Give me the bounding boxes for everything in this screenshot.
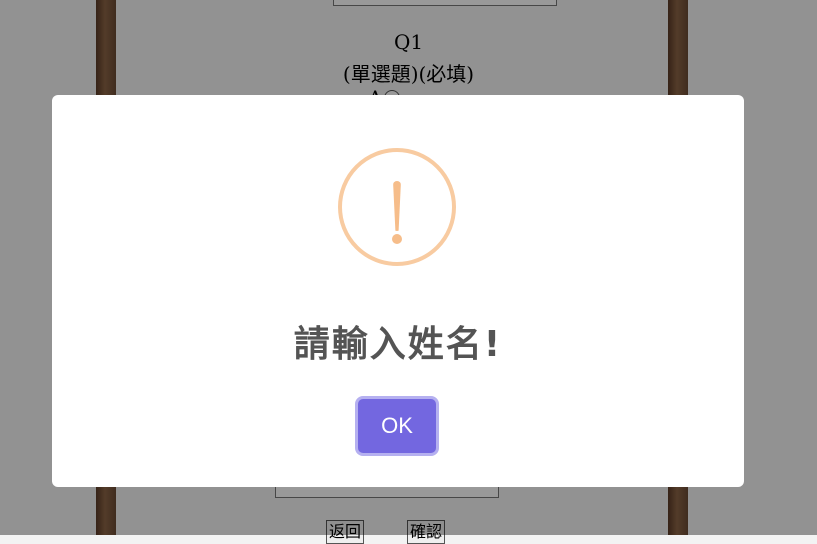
alert-dialog: 請輸入姓名! OK [52, 95, 744, 487]
ok-button[interactable]: OK [358, 399, 436, 453]
exclamation-dot [392, 234, 402, 244]
alert-message: 請輸入姓名! [293, 324, 503, 365]
warning-icon [338, 148, 456, 266]
exclamation-bar [393, 181, 401, 231]
